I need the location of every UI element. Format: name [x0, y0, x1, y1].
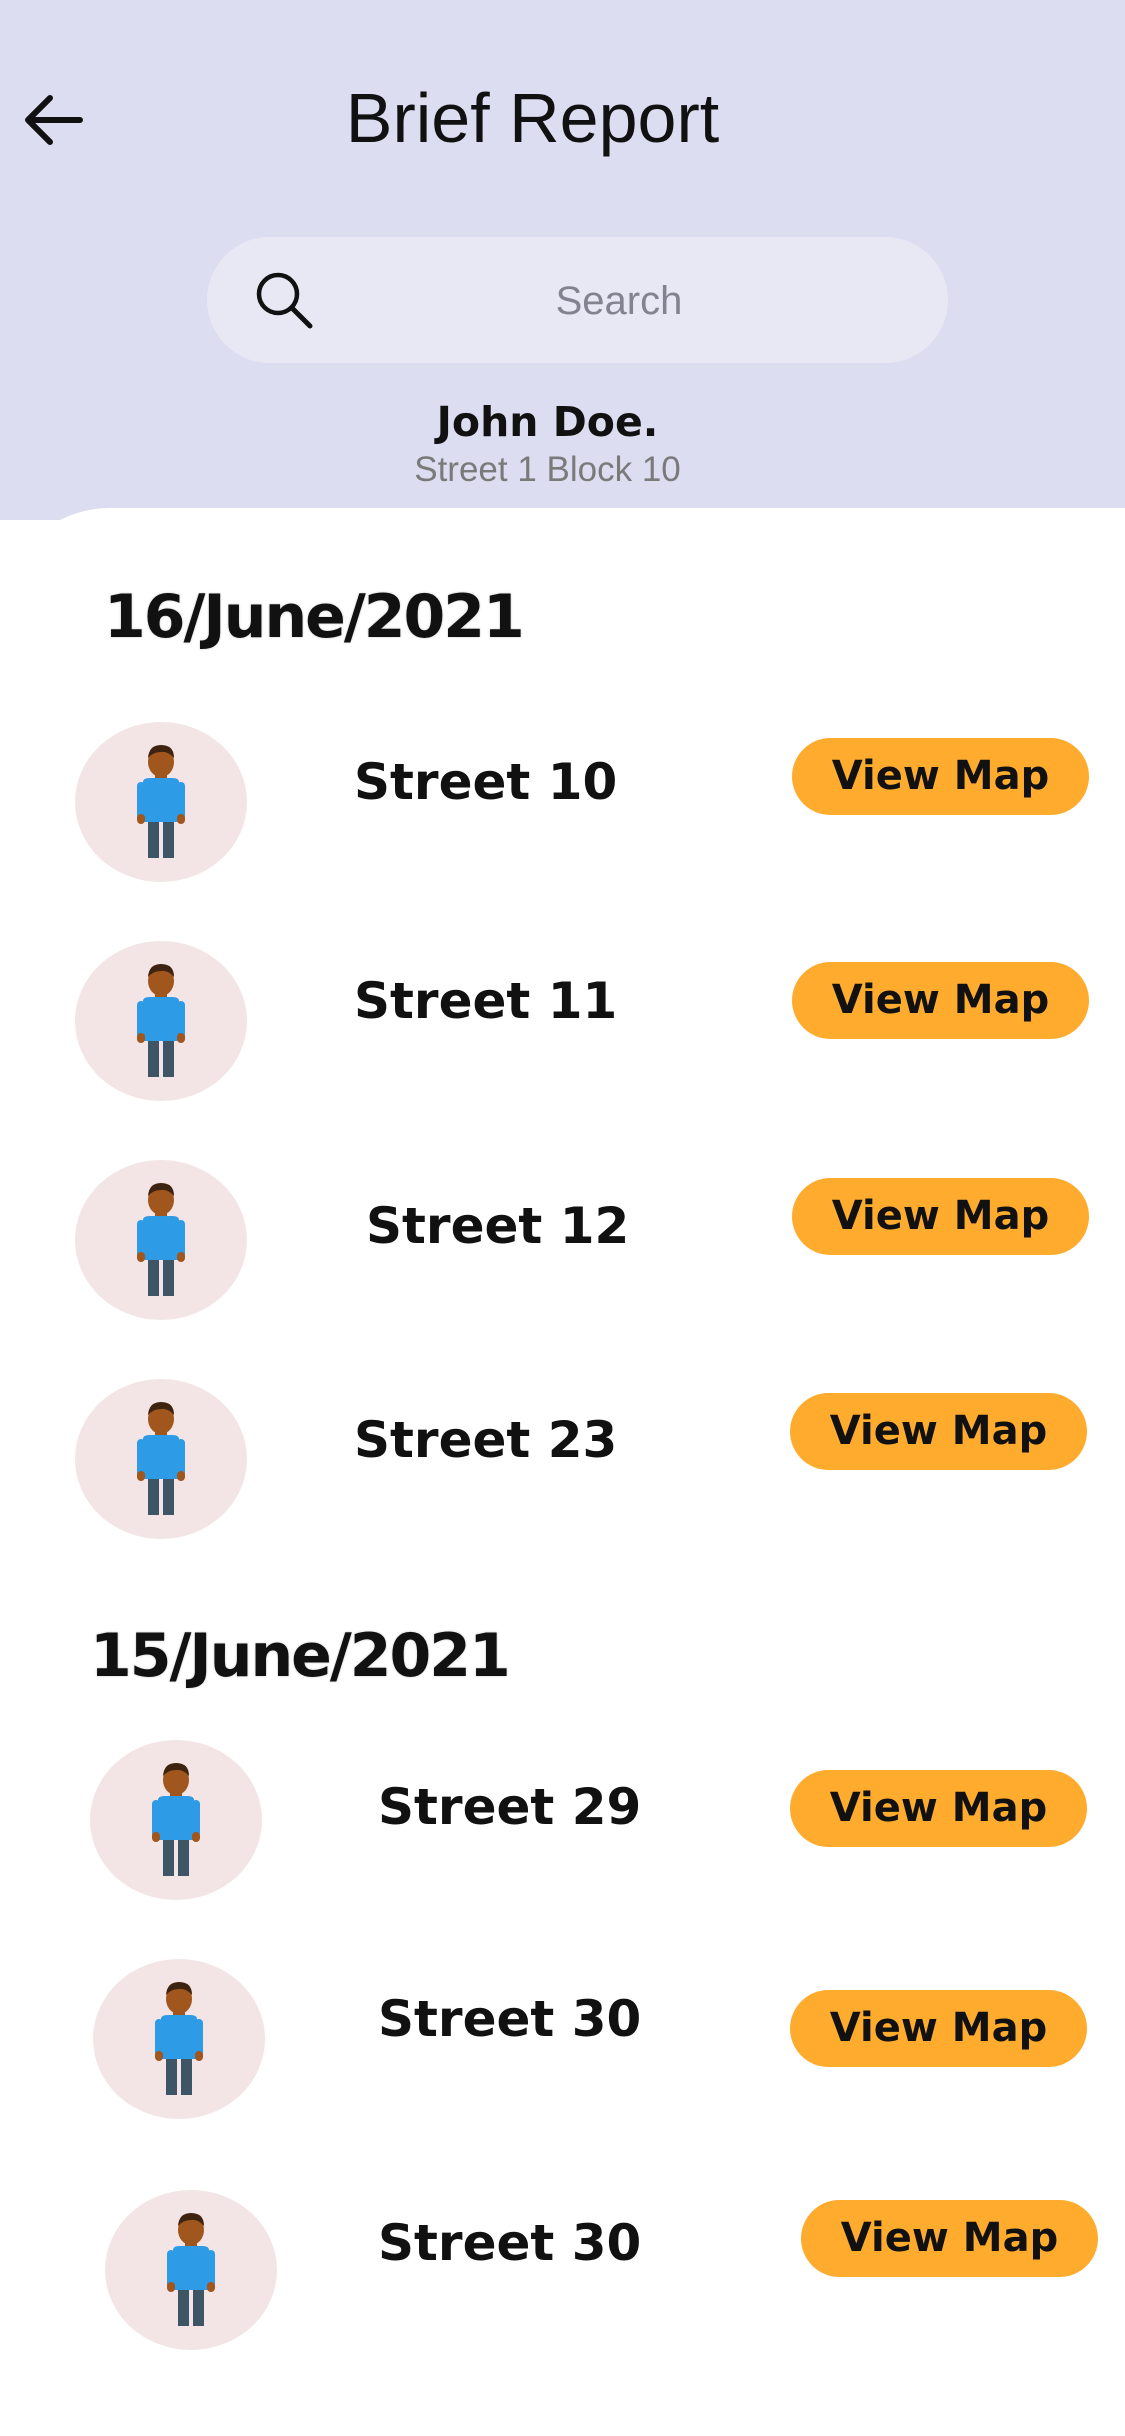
view-map-button[interactable]: View Map [790, 1770, 1087, 1847]
view-map-button[interactable]: View Map [790, 1393, 1087, 1470]
search-icon [256, 272, 313, 329]
view-map-button[interactable]: View Map [792, 962, 1089, 1039]
street-name: Street 29 [378, 1778, 642, 1836]
street-name: Street 11 [354, 972, 618, 1030]
search-input[interactable] [337, 237, 901, 365]
avatar [93, 1959, 265, 2119]
person-avatar-icon [137, 745, 185, 858]
street-name: Street 30 [378, 1990, 642, 2048]
street-name: Street 12 [366, 1197, 630, 1255]
person-avatar-icon [155, 1982, 203, 2095]
view-map-button[interactable]: View Map [792, 1178, 1089, 1255]
person-avatar-icon [137, 1402, 185, 1515]
avatar [90, 1740, 262, 1900]
page-title: Brief Report [345, 79, 720, 157]
person-avatar-icon [167, 2213, 215, 2326]
street-name: Street 10 [354, 753, 618, 811]
view-map-button[interactable]: View Map [790, 1990, 1087, 2067]
avatar [75, 722, 247, 882]
view-map-button[interactable]: View Map [801, 2200, 1098, 2277]
avatar [105, 2190, 277, 2350]
date-heading: 15/June/2021 [90, 1621, 511, 1691]
person-avatar-icon [137, 1183, 185, 1296]
date-heading: 16/June/2021 [104, 582, 525, 652]
user-address: Street 1 Block 10 [414, 450, 681, 489]
street-name: Street 23 [354, 1411, 618, 1469]
avatar [75, 1160, 247, 1320]
user-name: John Doe. [436, 398, 659, 446]
view-map-button[interactable]: View Map [792, 738, 1089, 815]
person-avatar-icon [152, 1763, 200, 1876]
search-bar[interactable] [207, 237, 948, 365]
avatar [75, 1379, 247, 1539]
street-name: Street 30 [378, 2214, 642, 2272]
person-avatar-icon [137, 964, 185, 1077]
avatar [75, 941, 247, 1101]
